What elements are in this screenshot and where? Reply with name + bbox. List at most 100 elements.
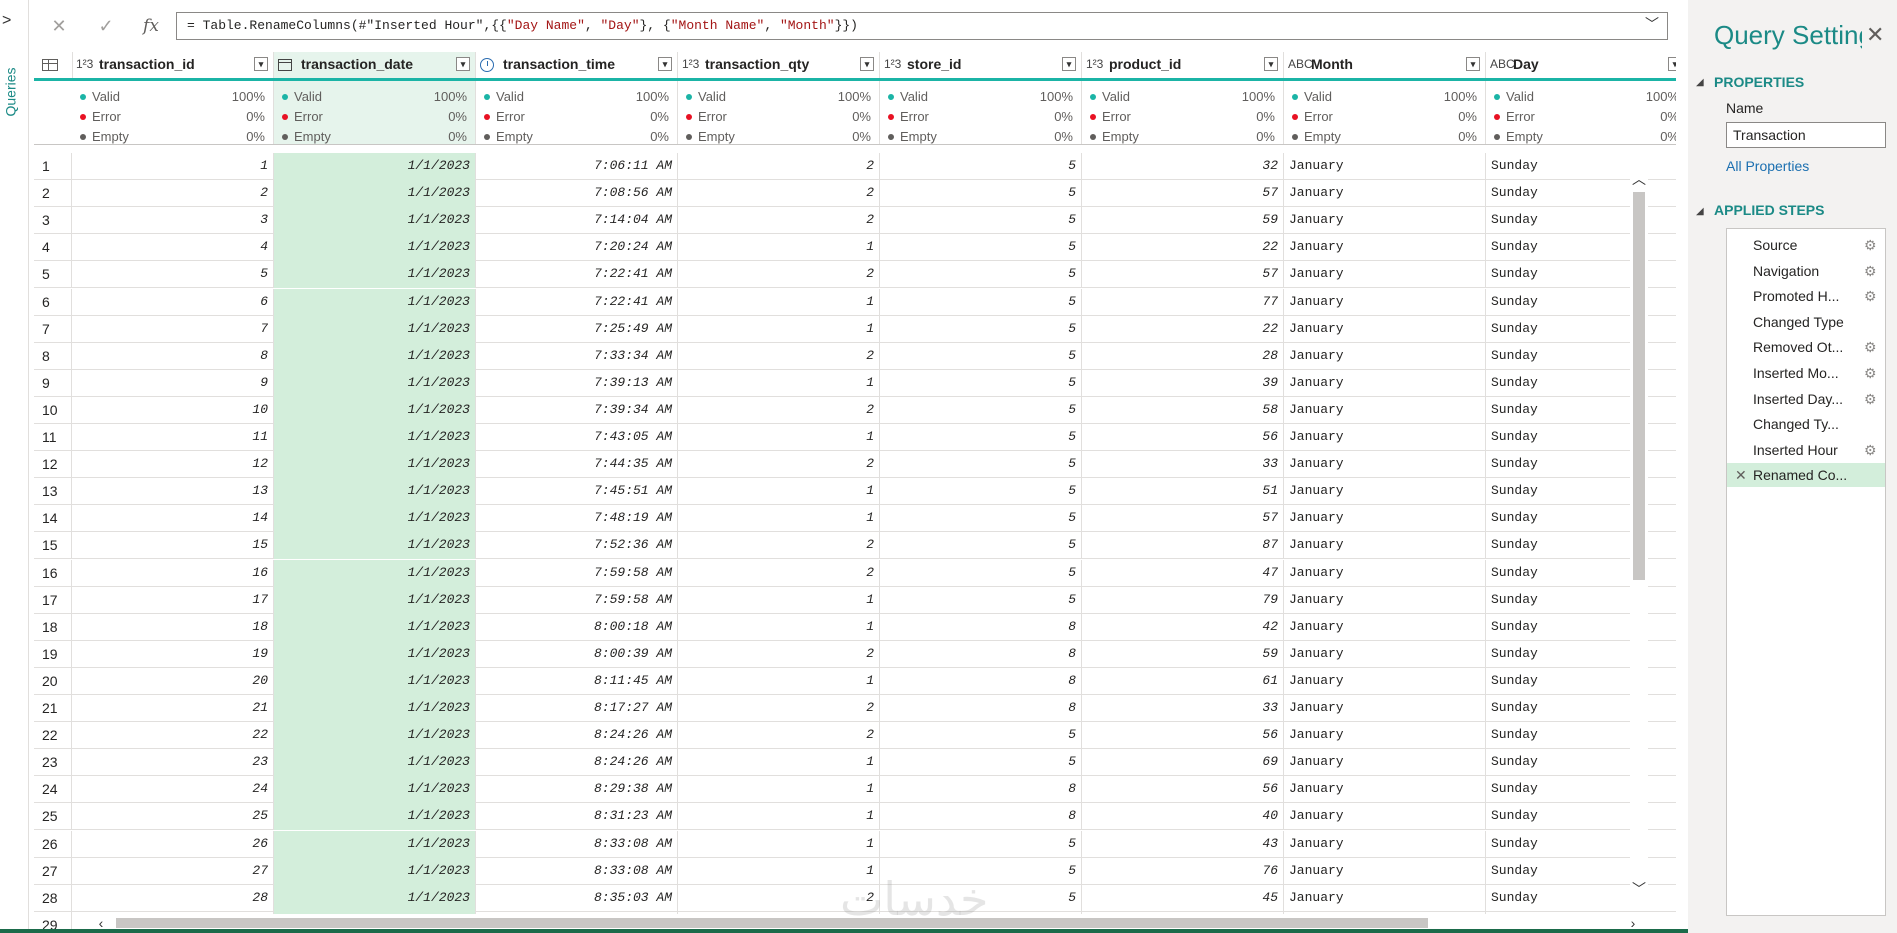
table-row[interactable]: 10 10 1/1/2023 7:39:34 AM 2 5 58 January Sunday bbox=[34, 396, 1676, 424]
filter-dropdown-icon[interactable]: ▾ bbox=[1264, 57, 1278, 71]
cell-transaction_id[interactable]: 13 bbox=[72, 478, 274, 506]
cell-transaction_date[interactable]: 1/1/2023 bbox=[274, 884, 476, 912]
table-row[interactable]: 3 3 1/1/2023 7:14:04 AM 2 5 59 January Sunday bbox=[34, 207, 1676, 235]
cell-month[interactable]: January bbox=[1284, 369, 1486, 397]
cell-product_id[interactable]: 42 bbox=[1082, 613, 1284, 641]
cell-transaction_time[interactable]: 7:43:05 AM bbox=[476, 424, 678, 451]
cell-transaction_time[interactable]: 8:35:03 AM bbox=[476, 884, 678, 912]
cell-transaction_id[interactable]: 11 bbox=[72, 424, 274, 451]
vertical-scroll-thumb[interactable] bbox=[1633, 192, 1645, 580]
cell-product_id[interactable]: 28 bbox=[1082, 342, 1284, 370]
cell-store_id[interactable]: 5 bbox=[880, 559, 1082, 587]
cell-transaction_id[interactable]: 9 bbox=[72, 369, 274, 397]
cell-transaction_id[interactable]: 18 bbox=[72, 613, 274, 641]
cell-transaction_qty[interactable]: 2 bbox=[678, 640, 880, 668]
gear-icon[interactable]: ⚙ bbox=[1864, 259, 1877, 283]
row-number[interactable]: 1 bbox=[34, 153, 72, 180]
gear-icon[interactable]: ⚙ bbox=[1864, 438, 1877, 462]
cell-transaction_id[interactable]: 5 bbox=[72, 261, 274, 289]
cell-transaction_date[interactable]: 1/1/2023 bbox=[274, 776, 476, 804]
row-number[interactable]: 15 bbox=[34, 532, 72, 560]
cell-store_id[interactable]: 8 bbox=[880, 803, 1082, 831]
cell-month[interactable]: January bbox=[1284, 207, 1486, 235]
cell-transaction_date[interactable]: 1/1/2023 bbox=[274, 749, 476, 777]
queries-pane-label[interactable]: Queries bbox=[3, 67, 19, 116]
cell-product_id[interactable]: 59 bbox=[1082, 640, 1284, 668]
cell-transaction_qty[interactable]: 2 bbox=[678, 722, 880, 750]
cell-transaction_date[interactable]: 1/1/2023 bbox=[274, 396, 476, 424]
cell-transaction_time[interactable]: 8:17:27 AM bbox=[476, 695, 678, 722]
cell-store_id[interactable]: 5 bbox=[880, 586, 1082, 614]
cell-month[interactable]: January bbox=[1284, 153, 1486, 180]
row-number[interactable]: 8 bbox=[34, 342, 72, 370]
cell-transaction_date[interactable]: 1/1/2023 bbox=[274, 288, 476, 316]
column-header-store_id[interactable]: 1²3 store_id ▾ bbox=[880, 52, 1082, 78]
gear-icon[interactable]: ⚙ bbox=[1864, 284, 1877, 308]
table-row[interactable]: 6 6 1/1/2023 7:22:41 AM 1 5 77 January Sunday bbox=[34, 288, 1676, 316]
cell-transaction_date[interactable]: 1/1/2023 bbox=[274, 153, 476, 180]
cell-transaction_id[interactable]: 15 bbox=[72, 532, 274, 560]
cell-transaction_qty[interactable]: 2 bbox=[678, 396, 880, 424]
horizontal-scroll-thumb[interactable] bbox=[116, 918, 1428, 928]
filter-dropdown-icon[interactable]: ▾ bbox=[254, 57, 268, 71]
table-row[interactable]: 16 16 1/1/2023 7:59:58 AM 2 5 47 January Sunday bbox=[34, 559, 1676, 587]
cell-transaction_id[interactable]: 24 bbox=[72, 776, 274, 804]
row-number[interactable]: 27 bbox=[34, 857, 72, 885]
cell-transaction_qty[interactable]: 1 bbox=[678, 830, 880, 858]
cell-transaction_time[interactable]: 7:20:24 AM bbox=[476, 234, 678, 262]
table-row[interactable]: 23 23 1/1/2023 8:24:26 AM 1 5 69 January Sunday bbox=[34, 749, 1676, 777]
row-number[interactable]: 14 bbox=[34, 505, 72, 533]
number-type-icon[interactable]: 1²3 bbox=[884, 57, 901, 71]
column-header-transaction_qty[interactable]: 1²3 transaction_qty ▾ bbox=[678, 52, 880, 78]
cell-store_id[interactable]: 8 bbox=[880, 695, 1082, 722]
cell-store_id[interactable]: 5 bbox=[880, 369, 1082, 397]
cell-transaction_time[interactable]: 7:14:04 AM bbox=[476, 207, 678, 235]
cell-transaction_id[interactable]: 19 bbox=[72, 640, 274, 668]
row-number[interactable]: 9 bbox=[34, 369, 72, 397]
cell-transaction_date[interactable]: 1/1/2023 bbox=[274, 559, 476, 587]
cell-store_id[interactable]: 5 bbox=[880, 234, 1082, 262]
cell-transaction_date[interactable]: 1/1/2023 bbox=[274, 315, 476, 343]
cell-transaction_date[interactable]: 1/1/2023 bbox=[274, 586, 476, 614]
cell-transaction_id[interactable]: 21 bbox=[72, 695, 274, 722]
cell-product_id[interactable]: 32 bbox=[1082, 153, 1284, 180]
row-number[interactable]: 22 bbox=[34, 722, 72, 750]
table-row[interactable]: 9 9 1/1/2023 7:39:13 AM 1 5 39 January Sunday bbox=[34, 369, 1676, 397]
cell-transaction_date[interactable]: 1/1/2023 bbox=[274, 695, 476, 722]
row-number[interactable]: 3 bbox=[34, 207, 72, 235]
row-number[interactable]: 13 bbox=[34, 478, 72, 506]
table-menu-icon[interactable] bbox=[34, 52, 73, 78]
cell-month[interactable]: January bbox=[1284, 396, 1486, 424]
cell-month[interactable]: January bbox=[1284, 857, 1486, 885]
cell-transaction_date[interactable]: 1/1/2023 bbox=[274, 342, 476, 370]
gear-icon[interactable]: ⚙ bbox=[1864, 233, 1877, 257]
cell-transaction_qty[interactable]: 1 bbox=[678, 613, 880, 641]
cell-store_id[interactable]: 5 bbox=[880, 315, 1082, 343]
cell-transaction_date[interactable]: 1/1/2023 bbox=[274, 369, 476, 397]
cell-product_id[interactable]: 76 bbox=[1082, 857, 1284, 885]
cell-product_id[interactable]: 77 bbox=[1082, 288, 1284, 316]
cell-store_id[interactable]: 5 bbox=[880, 207, 1082, 235]
applied-step-item[interactable]: ✕ Renamed Co... bbox=[1727, 463, 1885, 488]
cell-transaction_date[interactable]: 1/1/2023 bbox=[274, 424, 476, 451]
cell-transaction_qty[interactable]: 2 bbox=[678, 532, 880, 560]
applied-step-item[interactable]: Removed Ot... ⚙ bbox=[1727, 335, 1885, 359]
row-number[interactable]: 6 bbox=[34, 288, 72, 316]
cell-product_id[interactable]: 39 bbox=[1082, 369, 1284, 397]
cell-month[interactable]: January bbox=[1284, 803, 1486, 831]
cell-month[interactable]: January bbox=[1284, 451, 1486, 479]
cell-product_id[interactable]: 40 bbox=[1082, 803, 1284, 831]
row-number[interactable]: 12 bbox=[34, 451, 72, 479]
cell-transaction_time[interactable]: 7:48:19 AM bbox=[476, 505, 678, 533]
cell-transaction_id[interactable]: 2 bbox=[72, 180, 274, 208]
table-row[interactable]: 13 13 1/1/2023 7:45:51 AM 1 5 51 January Sunday bbox=[34, 478, 1676, 506]
cell-transaction_id[interactable]: 17 bbox=[72, 586, 274, 614]
cell-transaction_date[interactable]: 1/1/2023 bbox=[274, 857, 476, 885]
table-row[interactable]: 18 18 1/1/2023 8:00:18 AM 1 8 42 January Sunday bbox=[34, 613, 1676, 641]
cell-store_id[interactable]: 5 bbox=[880, 261, 1082, 289]
cell-month[interactable]: January bbox=[1284, 261, 1486, 289]
cell-transaction_id[interactable]: 26 bbox=[72, 830, 274, 858]
row-number[interactable]: 17 bbox=[34, 586, 72, 614]
cell-product_id[interactable]: 56 bbox=[1082, 776, 1284, 804]
filter-dropdown-icon[interactable]: ▾ bbox=[658, 57, 672, 71]
